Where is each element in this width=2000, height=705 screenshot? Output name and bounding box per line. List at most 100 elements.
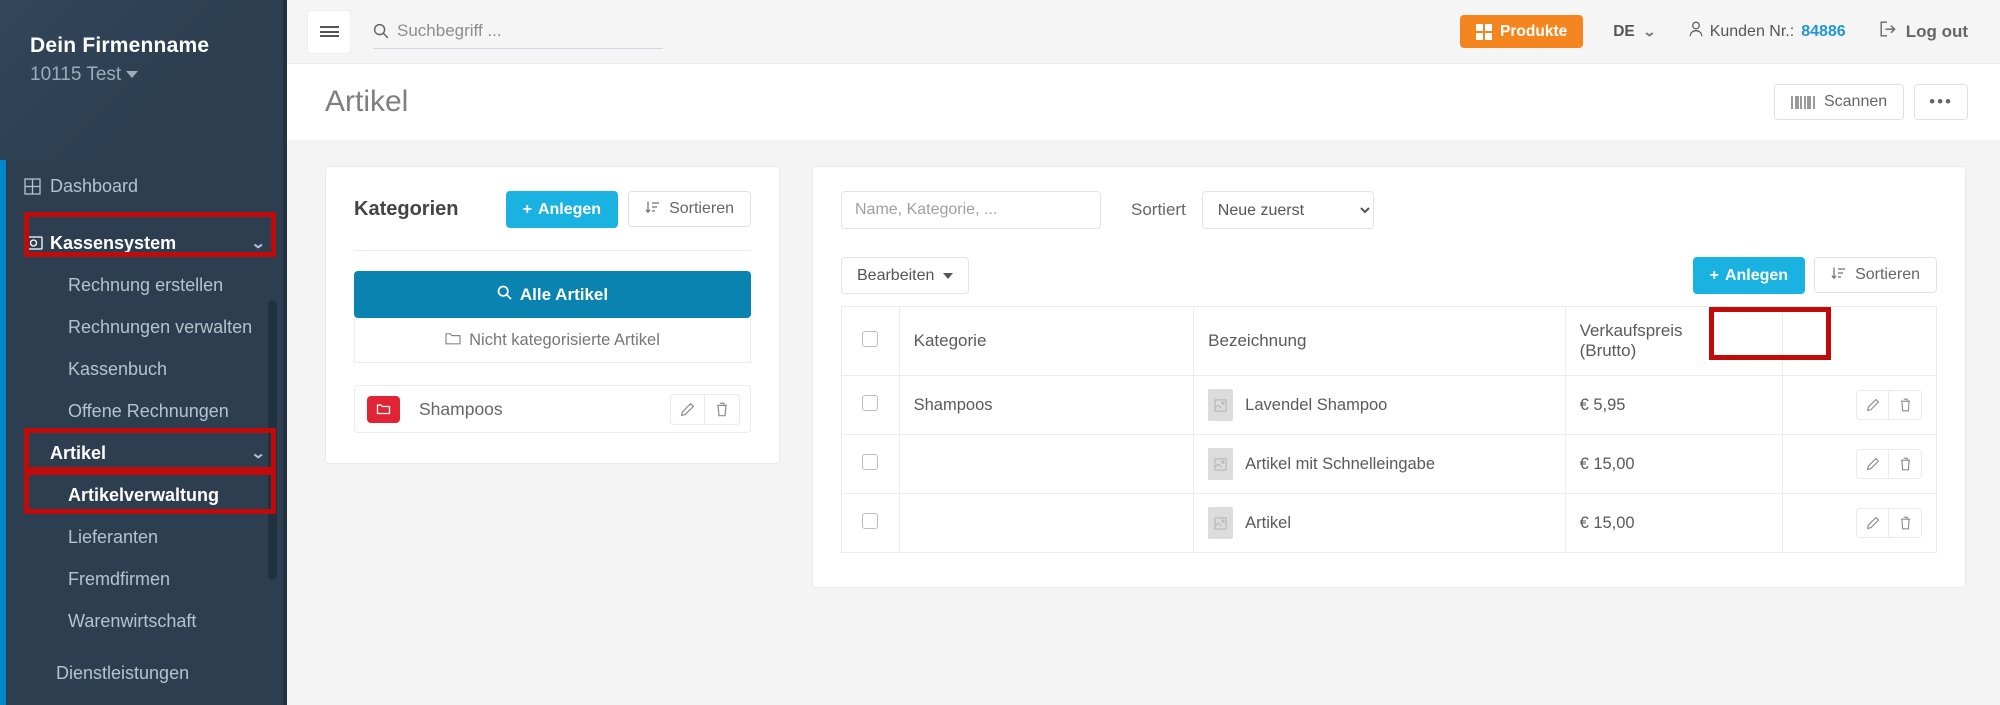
- barcode-icon: [1791, 95, 1815, 109]
- sidebar-item-rechnungen-verwalten[interactable]: Rechnungen verwalten: [0, 306, 287, 348]
- sort-icon: [1831, 266, 1846, 285]
- brand-company-name: Dein Firmenname: [30, 34, 210, 57]
- row-name: Artikel: [1245, 513, 1292, 532]
- page-header: Artikel Scannen •••: [287, 64, 2000, 140]
- brand-location-text: 10115 Test: [30, 64, 122, 85]
- sidebar-item-dienstleistungen[interactable]: Dienstleistungen: [0, 652, 287, 694]
- row-actions-cell: [1782, 434, 1937, 494]
- sort-select[interactable]: Neue zuerst: [1201, 191, 1374, 229]
- search-icon: [373, 23, 389, 39]
- category-sort-button[interactable]: Sortieren: [628, 191, 751, 227]
- sidebar-item-label: Artikelverwaltung: [68, 484, 220, 505]
- grid-icon: [1476, 23, 1493, 40]
- logout-label: Log out: [1905, 21, 1968, 41]
- sidebar-item-label: Rechnungen verwalten: [68, 316, 253, 337]
- scan-button[interactable]: Scannen: [1774, 84, 1905, 120]
- sidebar-item-artikelverwaltung[interactable]: Artikelverwaltung: [0, 474, 287, 516]
- edit-pencil-icon[interactable]: [1856, 449, 1889, 479]
- delete-trash-icon[interactable]: [1889, 508, 1922, 538]
- brand-location[interactable]: 10115 Test: [30, 64, 287, 86]
- sidebar-item-rechnung-erstellen[interactable]: Rechnung erstellen: [0, 264, 287, 306]
- image-placeholder-icon: [1208, 507, 1234, 539]
- sidebar-item-label: Offene Rechnungen: [68, 400, 229, 421]
- page-header-actions: Scannen •••: [1774, 84, 1968, 120]
- sidebar-item-dashboard[interactable]: Dashboard: [0, 160, 287, 212]
- table-row[interactable]: Artikel € 15,00: [841, 493, 1937, 553]
- search-input[interactable]: [397, 20, 637, 41]
- article-create-button[interactable]: + Anlegen: [1692, 257, 1806, 294]
- customer-number[interactable]: Kunden Nr.: 84886: [1689, 21, 1846, 42]
- more-options-button[interactable]: •••: [1914, 84, 1968, 120]
- all-articles-button[interactable]: Alle Artikel: [354, 271, 751, 318]
- edit-dropdown-button[interactable]: Bearbeiten: [841, 257, 970, 294]
- language-label: DE: [1613, 22, 1635, 40]
- row-name: Lavendel Shampoo: [1245, 395, 1388, 414]
- column-header-verkaufspreis: Verkaufspreis (Brutto): [1564, 306, 1784, 376]
- row-category: [898, 434, 1195, 494]
- top-bar: Produkte DE ⌄ Kunden Nr.: 84886: [287, 0, 2000, 64]
- row-actions-cell: [1782, 375, 1937, 435]
- row-name-cell: Artikel mit Schnelleingabe: [1193, 434, 1566, 494]
- table-row[interactable]: Artikel mit Schnelleingabe € 15,00: [841, 434, 1937, 494]
- row-name-cell: Lavendel Shampoo: [1193, 375, 1566, 435]
- category-create-label: Anlegen: [537, 200, 602, 218]
- main-area: Produkte DE ⌄ Kunden Nr.: 84886: [287, 0, 2000, 705]
- logout-button[interactable]: Log out: [1880, 21, 1968, 42]
- delete-trash-icon[interactable]: [1889, 390, 1922, 420]
- sidebar-item-warenwirtschaft[interactable]: Warenwirtschaft: [0, 600, 287, 642]
- cash-note-icon: [24, 236, 50, 250]
- sidebar-item-artikel[interactable]: Artikel ⌄: [0, 432, 287, 474]
- row-checkbox[interactable]: [862, 512, 879, 529]
- chevron-down-icon: ⌄: [1642, 23, 1657, 39]
- row-checkbox[interactable]: [862, 453, 879, 470]
- column-header-actions: [1782, 306, 1937, 376]
- article-sort-button[interactable]: Sortieren: [1814, 257, 1937, 293]
- edit-pencil-icon[interactable]: [1856, 390, 1889, 420]
- articles-panel: Sortiert Neue zuerst Bearbeiten + Anlege…: [812, 166, 1966, 588]
- category-row-actions: [670, 393, 740, 425]
- delete-trash-icon[interactable]: [1889, 449, 1922, 479]
- image-placeholder-icon: [1208, 448, 1234, 480]
- language-selector[interactable]: DE ⌄: [1613, 22, 1657, 41]
- category-name: Shampoos: [419, 398, 503, 419]
- article-sort-label: Sortieren: [1855, 266, 1920, 283]
- sort-icon: [645, 200, 660, 219]
- table-header-row: Kategorie Bezeichnung Verkaufspreis (Bru…: [841, 306, 1937, 376]
- uncategorized-articles-item[interactable]: Nicht kategorisierte Artikel: [354, 318, 751, 363]
- sidebar-item-label: Dashboard: [50, 175, 139, 196]
- row-name: Artikel mit Schnelleingabe: [1245, 454, 1436, 473]
- brand-block[interactable]: Dein Firmenname 10115 Test: [0, 0, 287, 160]
- sidebar-nav: Dashboard Kassensystem ⌄ Rechnung erstel…: [0, 160, 287, 694]
- category-list-item[interactable]: Shampoos: [354, 385, 751, 433]
- table-row[interactable]: Shampoos Lavendel Shampoo € 5,95: [841, 375, 1937, 435]
- category-create-button[interactable]: + Anlegen: [505, 191, 619, 228]
- sidebar-item-fremdfirmen[interactable]: Fremdfirmen: [0, 558, 287, 600]
- articles-search-input[interactable]: [841, 191, 1101, 229]
- delete-trash-icon[interactable]: [705, 393, 740, 425]
- ellipsis-icon: •••: [1929, 92, 1953, 111]
- sidebar-item-offene-rechnungen[interactable]: Offene Rechnungen: [0, 390, 287, 432]
- row-checkbox[interactable]: [862, 394, 879, 411]
- select-all-checkbox[interactable]: [862, 330, 879, 347]
- image-placeholder-icon: [1208, 389, 1234, 421]
- hamburger-icon[interactable]: [307, 9, 351, 54]
- column-header-bezeichnung: Bezeichnung: [1193, 306, 1566, 376]
- edit-pencil-icon[interactable]: [1856, 508, 1889, 538]
- sidebar-scrollbar[interactable]: [268, 300, 277, 580]
- sidebar-item-label: Fremdfirmen: [68, 568, 171, 589]
- edit-pencil-icon[interactable]: [670, 393, 705, 425]
- price-header-line2: (Brutto): [1579, 341, 1637, 360]
- sidebar: Dein Firmenname 10115 Test Dashboard Kas…: [0, 0, 287, 705]
- sidebar-item-kassensystem[interactable]: Kassensystem ⌄: [0, 222, 287, 264]
- row-select-cell: [841, 493, 900, 553]
- global-search[interactable]: [373, 20, 663, 49]
- folder-icon: [367, 395, 400, 423]
- row-price: € 15,00: [1564, 434, 1784, 494]
- produkte-button[interactable]: Produkte: [1460, 15, 1584, 48]
- sidebar-item-kassenbuch[interactable]: Kassenbuch: [0, 348, 287, 390]
- sidebar-item-lieferanten[interactable]: Lieferanten: [0, 516, 287, 558]
- row-name-cell: Artikel: [1193, 493, 1566, 553]
- top-bar-right: Produkte DE ⌄ Kunden Nr.: 84886 Log out: [1460, 15, 1968, 48]
